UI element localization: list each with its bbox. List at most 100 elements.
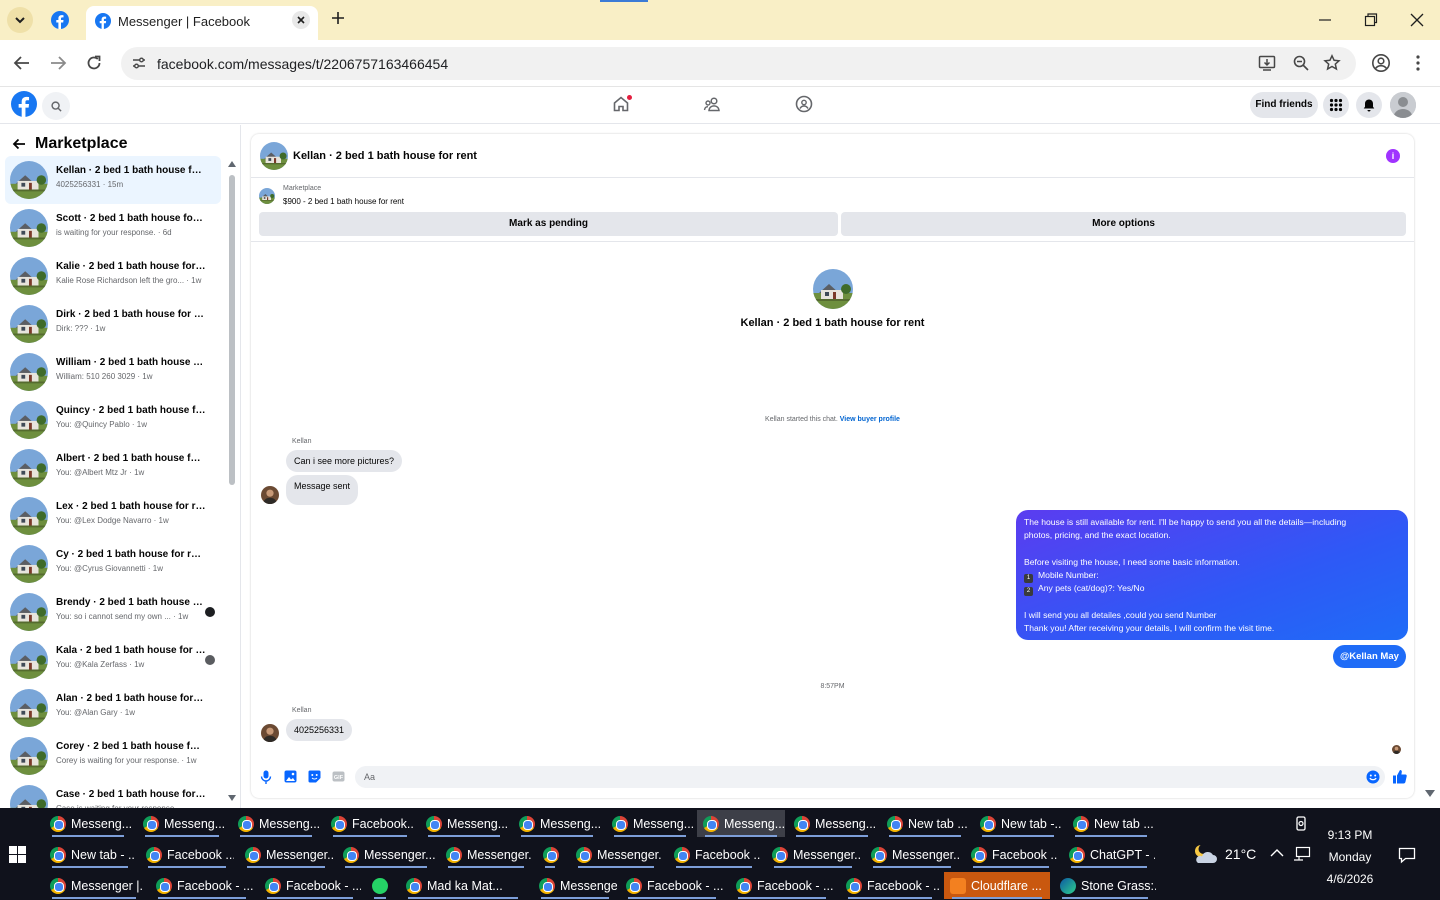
conversation-info-button[interactable]: i: [1386, 149, 1400, 163]
conversation-item[interactable]: Corey · 2 bed 1 bath house for rent Corey…: [5, 732, 221, 780]
taskbar-window-button[interactable]: Messeng...: [513, 810, 601, 837]
sender-avatar[interactable]: [261, 724, 279, 742]
taskbar-window-button[interactable]: Messeng...: [232, 810, 320, 837]
site-info-button[interactable]: [131, 55, 147, 71]
outgoing-message[interactable]: The house is still available for rent. I…: [1016, 510, 1408, 640]
taskbar-clock[interactable]: 9:13 PM Monday 4/6/2026: [1320, 824, 1380, 890]
incoming-message[interactable]: Can i see more pictures?: [286, 450, 403, 472]
taskbar-window-button[interactable]: [537, 841, 563, 868]
incoming-message[interactable]: 4025256331: [286, 719, 353, 741]
minimize-button[interactable]: [1318, 10, 1332, 30]
taskbar-window-button[interactable]: ChatGPT - ...: [1063, 841, 1155, 868]
back-arrow-icon[interactable]: [12, 137, 26, 151]
conversation-item[interactable]: Quincy · 2 bed 1 bath house for rent You:…: [5, 396, 221, 444]
show-hidden-icons-button[interactable]: [1270, 848, 1284, 858]
listing-title[interactable]: $900 - 2 bed 1 bath house for rent: [283, 197, 404, 206]
taskbar-window-button[interactable]: Cloudflare ...: [944, 872, 1050, 899]
facebook-logo[interactable]: [11, 91, 37, 117]
restore-button[interactable]: [1364, 10, 1378, 30]
nav-friends[interactable]: [703, 95, 721, 113]
tab-messenger-facebook[interactable]: Messenger | Facebook: [86, 6, 318, 40]
back-button[interactable]: [13, 54, 31, 72]
taskbar-window-button[interactable]: Facebook - ...: [840, 872, 940, 899]
scrollbar-thumb[interactable]: [229, 175, 235, 485]
message-input[interactable]: Aa: [355, 766, 1385, 788]
listing-thumbnail[interactable]: [259, 188, 275, 204]
device-icon[interactable]: [1294, 816, 1308, 832]
taskbar-window-button[interactable]: Messenger...: [337, 841, 435, 868]
conversation-item[interactable]: Scott · 2 bed 1 bath house for rent is wa…: [5, 204, 221, 252]
taskbar-window-button[interactable]: Messenger...: [239, 841, 333, 868]
taskbar-window-button[interactable]: Messenger...: [570, 841, 662, 868]
taskbar-window-button[interactable]: Facebook - ...: [150, 872, 254, 899]
conversation-item[interactable]: Kala · 2 bed 1 bath house for rent You: @…: [5, 636, 221, 684]
nav-groups[interactable]: [795, 95, 813, 113]
pinned-tab-facebook[interactable]: [51, 11, 69, 29]
tab-close-button[interactable]: [292, 11, 310, 29]
bookmark-button[interactable]: [1323, 54, 1341, 72]
conversation-item[interactable]: Kellan · 2 bed 1 bath house for rent 4025…: [5, 156, 221, 204]
zoom-button[interactable]: [1292, 54, 1310, 72]
close-window-button[interactable]: [1410, 10, 1424, 30]
view-buyer-profile-link[interactable]: View buyer profile: [840, 416, 900, 423]
outgoing-mention-message[interactable]: @Kellan May: [1333, 645, 1406, 668]
notification-center-button[interactable]: [1398, 846, 1416, 864]
attach-photo-button[interactable]: [284, 770, 297, 783]
taskbar-window-button[interactable]: New tab - ...: [44, 841, 136, 868]
install-app-button[interactable]: [1258, 54, 1276, 72]
conversation-item[interactable]: Cy · 2 bed 1 bath house for rent You: @Cy…: [5, 540, 221, 588]
page-scroll-down[interactable]: [1425, 790, 1435, 798]
notifications-button[interactable]: [1356, 92, 1382, 118]
taskbar-window-button[interactable]: Facebook - ...: [259, 872, 361, 899]
mark-as-pending-button[interactable]: Mark as pending: [259, 212, 838, 236]
taskbar-window-button[interactable]: [366, 872, 394, 899]
conversation-item[interactable]: Lex · 2 bed 1 bath house for rent You: @L…: [5, 492, 221, 540]
taskbar-window-button[interactable]: Facebook - ...: [620, 872, 724, 899]
conversation-item[interactable]: Dirk · 2 bed 1 bath house for rent Dirk: …: [5, 300, 221, 348]
sticker-button[interactable]: [308, 770, 321, 783]
find-friends-button[interactable]: Find friends: [1250, 92, 1318, 118]
weather-widget[interactable]: 21°C: [1190, 843, 1256, 865]
chat-title[interactable]: Kellan · 2 bed 1 bath house for rent: [293, 150, 477, 162]
new-tab-button[interactable]: [330, 10, 346, 26]
conversation-item[interactable]: Albert · 2 bed 1 bath house for rent You:…: [5, 444, 221, 492]
taskbar-window-button[interactable]: Messeng...: [420, 810, 508, 837]
start-button[interactable]: [9, 846, 26, 863]
taskbar-window-button[interactable]: Messeng...: [606, 810, 694, 837]
send-like-button[interactable]: [1392, 769, 1407, 784]
menu-button[interactable]: [1323, 92, 1349, 118]
voice-clip-button[interactable]: [260, 770, 272, 784]
network-status[interactable]: [1293, 846, 1311, 862]
address-bar[interactable]: facebook.com/messages/t/2206757163466454: [121, 47, 1356, 80]
taskbar-window-button[interactable]: Facebook...: [325, 810, 415, 837]
incoming-message[interactable]: Message sent: [286, 475, 359, 505]
search-button[interactable]: [42, 92, 70, 120]
taskbar-window-button[interactable]: Facebook ...: [965, 841, 1057, 868]
taskbar-window-button[interactable]: New tab ...: [881, 810, 969, 837]
conversation-item[interactable]: Case · 2 bed 1 bath house for rentCase i…: [5, 780, 221, 808]
taskbar-window-button[interactable]: Messenger...: [865, 841, 959, 868]
reload-button[interactable]: [85, 54, 103, 72]
forward-button[interactable]: [49, 54, 67, 72]
tab-search-button[interactable]: [7, 7, 33, 33]
taskbar-window-button[interactable]: Messeng...: [44, 810, 132, 837]
profile-button[interactable]: [1371, 53, 1391, 73]
taskbar-window-button[interactable]: Facebook ...: [140, 841, 234, 868]
taskbar-window-button[interactable]: Messenger |...: [44, 872, 144, 899]
taskbar-window-button[interactable]: Messenger...: [440, 841, 532, 868]
conversation-item[interactable]: Alan · 2 bed 1 bath house for rent You: @…: [5, 684, 221, 732]
taskbar-window-button[interactable]: New tab -...: [974, 810, 1062, 837]
taskbar-window-button[interactable]: Stone Grass:...: [1054, 872, 1156, 899]
account-avatar[interactable]: [1390, 92, 1416, 118]
conversation-item[interactable]: William · 2 bed 1 bath house for rent Wil…: [5, 348, 221, 396]
taskbar-window-button[interactable]: Messeng...: [137, 810, 227, 837]
gif-button[interactable]: GIF: [332, 770, 345, 783]
conversation-item[interactable]: Brendy · 2 bed 1 bath house for rent You:…: [5, 588, 221, 636]
chat-avatar[interactable]: [260, 142, 288, 170]
taskbar-window-button[interactable]: New tab ...: [1067, 810, 1155, 837]
taskbar-window-button[interactable]: Messeng...: [788, 810, 876, 837]
sender-avatar[interactable]: [261, 486, 279, 504]
taskbar-window-button[interactable]: Facebook ...: [668, 841, 760, 868]
emoji-button[interactable]: [1366, 770, 1380, 784]
taskbar-window-button[interactable]: Facebook - ...: [730, 872, 834, 899]
